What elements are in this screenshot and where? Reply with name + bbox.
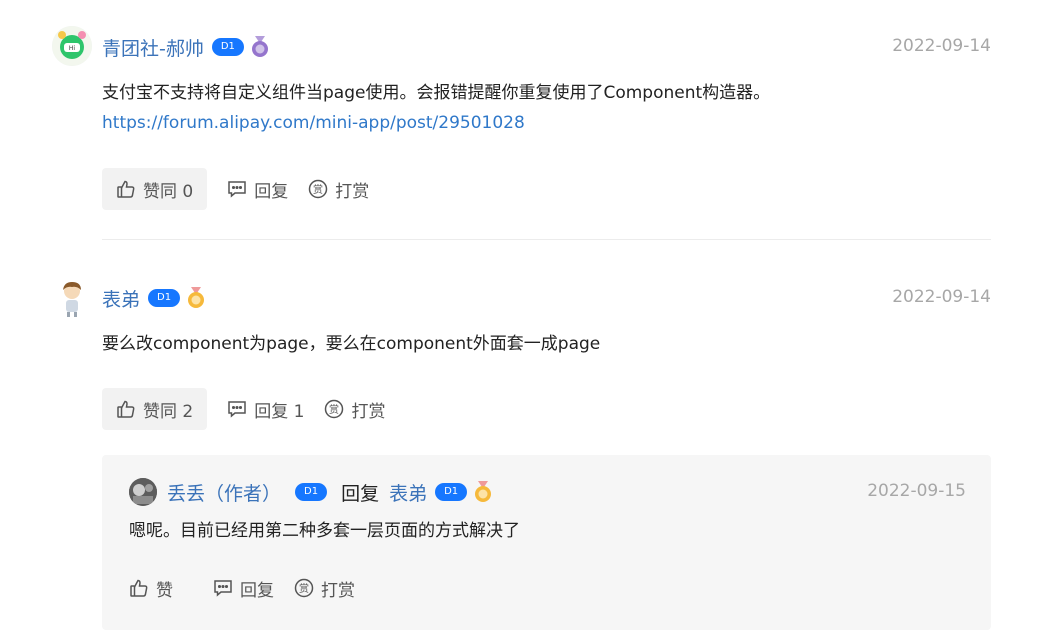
reply-thread: 丢丢（作者） D1 回复 表弟 D1 2022-09-15 嗯呢。目前已经用第二… [102, 455, 991, 630]
reply-button[interactable]: 回复 [213, 567, 274, 609]
reply-username[interactable]: 丢丢（作者） [167, 479, 281, 506]
like-label: 赞同 0 [143, 181, 194, 202]
reply-date: 2022-09-15 [867, 481, 966, 501]
post-link[interactable]: https://forum.alipay.com/mini-app/post/2… [102, 113, 525, 133]
comment-date: 2022-09-14 [892, 287, 991, 307]
comment-text: 支付宝不支持将自定义组件当page使用。会报错提醒你重复使用了Component… [102, 83, 771, 103]
reply-word: 回复 [341, 482, 380, 505]
reward-button[interactable]: 赏 打赏 [294, 567, 355, 609]
level-badge: D1 [295, 483, 328, 501]
like-button[interactable]: 赞同 0 [102, 168, 208, 210]
avatar[interactable]: Hi [52, 26, 92, 66]
svg-text:赏: 赏 [329, 404, 339, 416]
like-button[interactable]: 赞同 2 [102, 388, 208, 430]
svg-text:Hi: Hi [69, 45, 76, 52]
reward-label: 打赏 [335, 181, 370, 202]
comment-icon [228, 181, 246, 198]
svg-text:赏: 赏 [313, 184, 323, 196]
like-label: 赞 [156, 580, 173, 601]
reward-icon: 赏 [325, 399, 344, 419]
comment-text: 要么改component为page，要么在component外面套一成page [102, 334, 601, 354]
thumb-up-icon [117, 180, 135, 198]
divider [102, 239, 991, 240]
medal-icon [473, 481, 493, 503]
reply-target-username[interactable]: 表弟 [389, 479, 427, 506]
reward-icon: 赏 [294, 578, 314, 598]
like-label: 赞同 2 [143, 401, 194, 422]
medal-icon [250, 36, 270, 58]
reward-button[interactable]: 赏 打赏 [324, 388, 385, 430]
reply-label: 回复 [254, 181, 289, 202]
thumb-up-icon [117, 400, 135, 418]
comment-icon [228, 401, 246, 418]
reward-label: 打赏 [351, 401, 386, 422]
avatar[interactable] [52, 278, 92, 318]
reply-text: 嗯呢。目前已经用第二种多套一层页面的方式解决了 [129, 521, 520, 541]
thumb-up-icon [130, 579, 148, 597]
reply-label: 回复 1 [254, 401, 305, 422]
avatar[interactable] [129, 478, 157, 506]
username[interactable]: 表弟 [102, 285, 140, 312]
comment-icon [214, 580, 232, 597]
username[interactable]: 青团社-郝帅 [102, 34, 204, 61]
level-badge: D1 [211, 38, 244, 56]
level-badge: D1 [435, 483, 468, 501]
medal-icon [186, 287, 206, 309]
reply-button[interactable]: 回复 1 [227, 388, 304, 430]
comment-date: 2022-09-14 [892, 36, 991, 56]
reward-button[interactable]: 赏 打赏 [308, 168, 369, 210]
level-badge: D1 [148, 289, 181, 307]
reward-icon: 赏 [308, 179, 328, 199]
reply-button[interactable]: 回复 [227, 168, 288, 210]
reply-label: 回复 [240, 580, 274, 601]
svg-text:赏: 赏 [299, 583, 309, 595]
like-button[interactable]: 赞 [129, 567, 173, 609]
reward-label: 打赏 [321, 580, 355, 601]
